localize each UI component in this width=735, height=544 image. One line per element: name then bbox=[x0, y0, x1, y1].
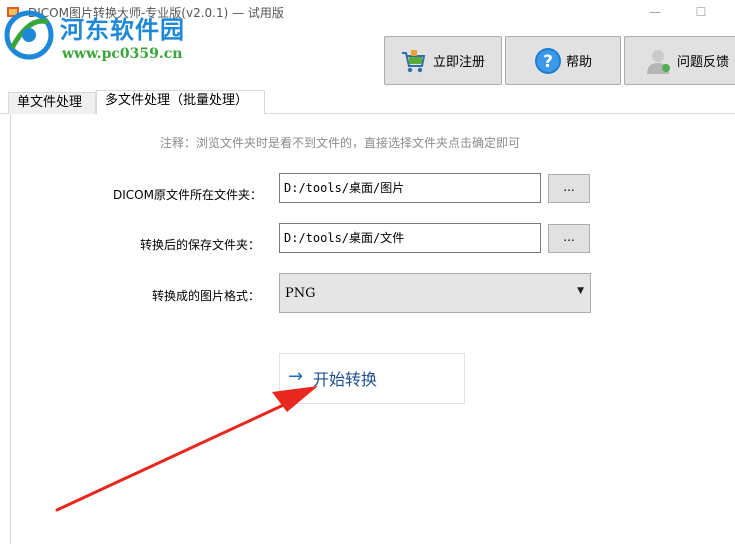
source-folder-input[interactable]: D:/tools/桌面/图片 bbox=[279, 173, 541, 203]
format-select-value: PNG bbox=[285, 286, 316, 301]
source-folder-label: DICOM原文件所在文件夹： bbox=[113, 188, 262, 202]
register-label: 立即注册 bbox=[433, 55, 486, 70]
maximize-button[interactable]: ☐ bbox=[678, 0, 724, 26]
browse-note: 注释：浏览文件夹时是看不到文件的，直接选择文件夹点击确定即可 bbox=[160, 136, 521, 150]
start-convert-button[interactable]: → 开始转换 bbox=[279, 353, 465, 404]
tab-single-file[interactable]: 单文件处理 bbox=[8, 92, 96, 114]
format-select[interactable]: PNG ▼ bbox=[279, 273, 591, 313]
feedback-button[interactable]: 问题反馈 bbox=[624, 36, 735, 85]
browse-source-button[interactable]: ... bbox=[548, 174, 590, 203]
chevron-down-icon: ▼ bbox=[577, 286, 584, 296]
minimize-button[interactable]: — bbox=[632, 0, 678, 26]
format-label: 转换成的图片格式： bbox=[152, 289, 261, 303]
help-label: 帮助 bbox=[566, 55, 593, 70]
tab-batch-files[interactable]: 多文件处理（批量处理） bbox=[96, 90, 265, 115]
watermark-url: www.pc0359.cn bbox=[62, 46, 183, 62]
start-convert-label: 开始转换 bbox=[313, 370, 378, 389]
browse-dest-button[interactable]: ... bbox=[548, 224, 590, 253]
svg-text:?: ? bbox=[543, 52, 553, 72]
watermark-title: 河东软件园 bbox=[60, 15, 185, 44]
watermark: 河东软件园 www.pc0359.cn bbox=[0, 4, 200, 64]
tab-bar: 单文件处理 多文件处理（批量处理） bbox=[0, 90, 735, 115]
watermark-logo-icon bbox=[4, 10, 54, 60]
dest-folder-label: 转换后的保存文件夹： bbox=[140, 238, 261, 252]
dest-folder-input[interactable]: D:/tools/桌面/文件 bbox=[279, 223, 541, 253]
register-button[interactable]: 立即注册 bbox=[384, 36, 502, 85]
help-button[interactable]: ? 帮助 bbox=[505, 36, 621, 85]
cart-icon bbox=[402, 49, 426, 72]
user-icon bbox=[647, 49, 670, 74]
question-icon: ? bbox=[535, 47, 561, 74]
feedback-label: 问题反馈 bbox=[677, 55, 730, 70]
arrow-right-icon: → bbox=[288, 366, 304, 387]
